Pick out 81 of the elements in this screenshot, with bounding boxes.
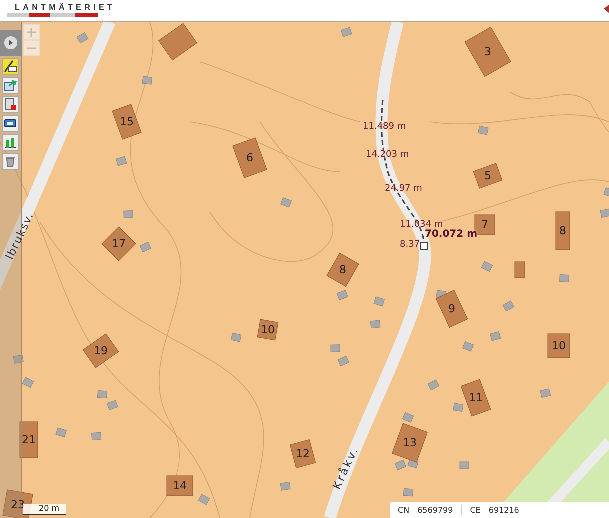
building-footprint bbox=[166, 476, 194, 496]
measure-node[interactable] bbox=[420, 242, 428, 250]
building-number: 10 bbox=[552, 340, 566, 352]
building-number: 7 bbox=[482, 218, 488, 232]
shed-footprint bbox=[116, 156, 128, 166]
left-arrow-icon[interactable] bbox=[604, 5, 609, 13]
shed-footprint bbox=[97, 390, 108, 399]
shed-footprint bbox=[107, 400, 118, 410]
shed-footprint bbox=[394, 460, 406, 470]
building-number: 13 bbox=[403, 436, 417, 450]
shed-footprint bbox=[403, 488, 414, 497]
play-icon bbox=[4, 36, 18, 50]
coordinate-value: 691216 bbox=[488, 506, 520, 514]
building-footprint bbox=[257, 319, 279, 341]
shed-footprint bbox=[22, 377, 34, 388]
trash-icon bbox=[4, 155, 17, 168]
shed-footprint bbox=[280, 198, 292, 208]
segment-length: 24.97 m bbox=[385, 184, 422, 194]
label-tag-icon bbox=[4, 117, 17, 130]
logo-text: LANTMÄTERIET bbox=[15, 3, 116, 12]
total-length: 70.072 m bbox=[425, 229, 478, 240]
bar-chart-icon bbox=[4, 136, 17, 149]
shed-footprint bbox=[76, 32, 89, 44]
shed-footprint bbox=[330, 344, 340, 352]
scale-bar: 20 m bbox=[23, 504, 66, 515]
shed-footprint bbox=[13, 354, 24, 364]
building-number: 19 bbox=[94, 344, 108, 358]
building-number: 21 bbox=[22, 434, 36, 446]
coordinate-axis: CE bbox=[470, 506, 481, 514]
building-number: 3 bbox=[484, 46, 492, 58]
building-number: 14 bbox=[173, 480, 187, 492]
shed-footprint bbox=[92, 432, 102, 441]
shed-footprint bbox=[140, 242, 152, 253]
shed-footprint bbox=[502, 300, 515, 312]
building-number: 15 bbox=[120, 116, 134, 128]
shed-footprint bbox=[124, 210, 134, 218]
shed-footprint bbox=[341, 27, 352, 38]
shed-footprint bbox=[462, 341, 474, 352]
panel-toggle-button[interactable] bbox=[0, 30, 22, 56]
shed-footprint bbox=[428, 380, 440, 391]
building-number: 12 bbox=[296, 448, 310, 460]
building-number: 11 bbox=[469, 392, 483, 404]
shed-footprint bbox=[490, 332, 502, 342]
shed-footprint bbox=[370, 320, 381, 329]
shed-footprint bbox=[481, 261, 494, 272]
building-number: 6 bbox=[246, 152, 254, 164]
shed-footprint bbox=[198, 494, 210, 506]
building-number: 17 bbox=[112, 238, 126, 250]
coordinate-axis: CN bbox=[398, 506, 410, 514]
building-number: 23 bbox=[11, 498, 25, 512]
pdf-document-icon bbox=[4, 98, 17, 111]
building-footprint bbox=[514, 262, 526, 278]
shed-footprint bbox=[478, 126, 489, 136]
export-arrow-icon bbox=[4, 79, 17, 92]
tool-button[interactable] bbox=[2, 115, 19, 132]
shed-footprint bbox=[560, 274, 570, 282]
ruler-pencil-icon bbox=[4, 60, 17, 73]
building-number: 8 bbox=[340, 264, 346, 276]
shed-footprint bbox=[336, 290, 348, 300]
building-number: 9 bbox=[448, 302, 456, 316]
shed-footprint bbox=[280, 482, 291, 491]
shed-footprint bbox=[338, 356, 350, 367]
shed-footprint bbox=[230, 332, 242, 342]
shed-footprint bbox=[600, 208, 609, 218]
building-footprint bbox=[556, 212, 570, 250]
building-number: 8 bbox=[560, 224, 566, 238]
building-footprint bbox=[548, 334, 570, 358]
shed-footprint bbox=[604, 188, 609, 198]
shed-footprint bbox=[56, 428, 67, 438]
tool-button[interactable] bbox=[2, 134, 19, 151]
building-number: 5 bbox=[484, 170, 492, 182]
shed-footprint bbox=[460, 462, 470, 470]
coordinate-value: 6569799 bbox=[418, 506, 454, 514]
building-number: 10 bbox=[261, 324, 275, 336]
shed-footprint bbox=[540, 388, 552, 398]
building-footprint bbox=[20, 422, 38, 458]
shed-footprint bbox=[453, 403, 464, 412]
shed-footprint bbox=[142, 76, 153, 85]
shed-footprint bbox=[374, 296, 385, 307]
tool-button[interactable] bbox=[2, 58, 19, 75]
plus-icon bbox=[27, 28, 36, 36]
